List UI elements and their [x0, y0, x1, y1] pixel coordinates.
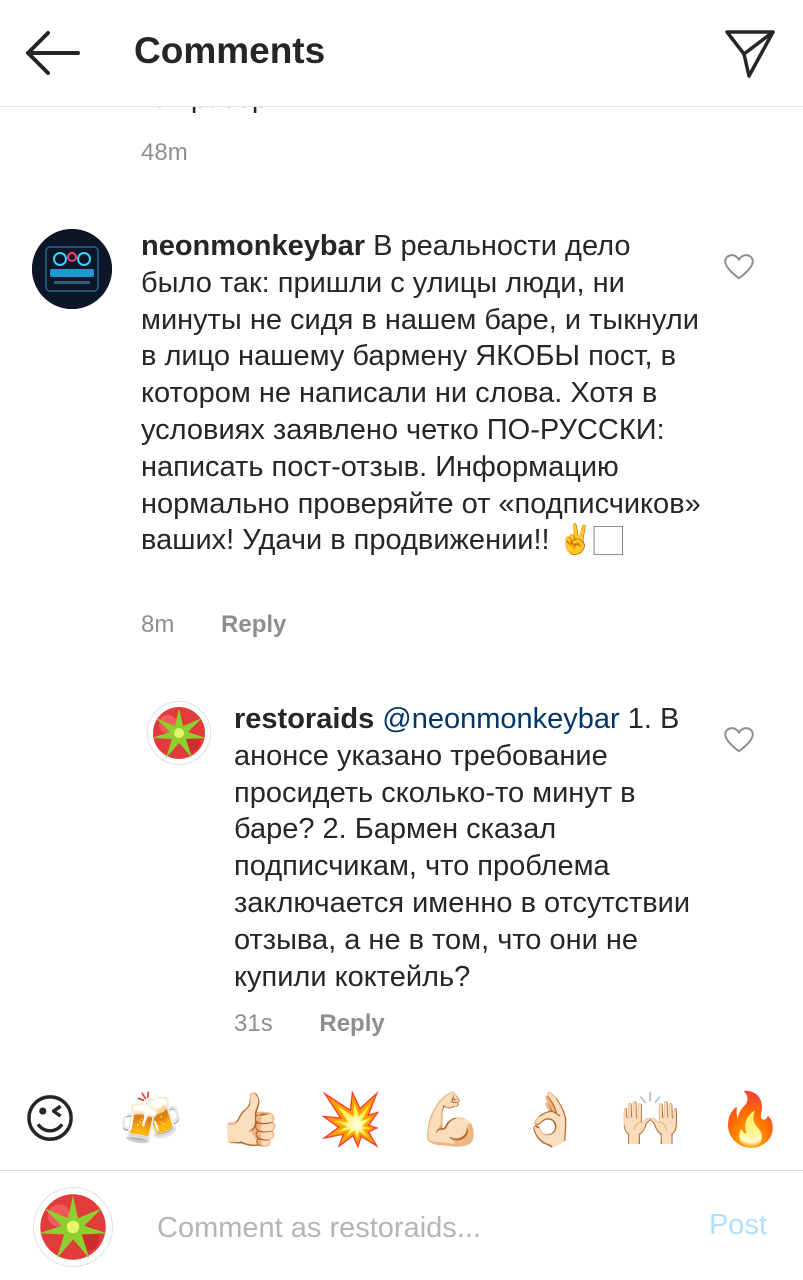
page-title: Comments: [134, 30, 326, 71]
avatar[interactable]: [147, 701, 211, 765]
comment-meta: 8m Reply: [141, 611, 286, 639]
comment-username[interactable]: neonmonkeybar: [141, 230, 365, 262]
comment-username[interactable]: restoraids: [234, 703, 374, 735]
mention-link[interactable]: @neonmonkeybar: [382, 703, 619, 735]
beers-emoji-button[interactable]: 🍻: [118, 1088, 183, 1152]
comment-message: 1. В анонсе указано требование просидеть…: [234, 703, 691, 993]
comment-meta: 31s Reply: [234, 1010, 385, 1038]
neonmonkey-logo-icon: [32, 229, 112, 309]
comment-text: neonmonkeybar В реальности дело было так…: [141, 228, 701, 559]
previous-comment-meta: 48m: [141, 139, 188, 167]
collision-emoji-button[interactable]: 💥: [318, 1088, 383, 1152]
comment-time: 48m: [141, 139, 188, 166]
reply-comment-text: restoraids @neonmonkeybar 1. В анонсе ук…: [234, 701, 694, 995]
fire-emoji-button[interactable]: 🔥: [718, 1088, 783, 1152]
like-heart-icon[interactable]: [724, 726, 754, 754]
comments-list[interactable]: так разорим! 48m neonmonkeybar В реально…: [0, 0, 803, 1070]
avatar[interactable]: [32, 229, 112, 309]
back-arrow-icon[interactable]: [22, 28, 82, 78]
ok-hand-emoji-button[interactable]: 👌🏻: [518, 1088, 583, 1152]
avatar: [33, 1187, 113, 1267]
comment-input[interactable]: [155, 1207, 679, 1249]
thumbs-up-emoji-button[interactable]: 👍🏻: [218, 1088, 283, 1152]
like-heart-icon[interactable]: [724, 253, 754, 281]
comment-message: В реальности дело было так: пришли с ули…: [141, 230, 701, 557]
comment-time: 31s: [234, 1010, 273, 1037]
reply-button[interactable]: Reply: [221, 611, 286, 638]
restoraids-logo-icon: [152, 707, 206, 759]
header-bar: Comments: [0, 0, 803, 107]
post-button[interactable]: Post: [709, 1209, 767, 1242]
comment-time: 8m: [141, 611, 175, 638]
wink-emoji-button[interactable]: 😉: [18, 1088, 82, 1152]
reply-button[interactable]: Reply: [319, 1010, 384, 1037]
raising-hands-emoji-button[interactable]: 🙌🏻: [618, 1088, 683, 1152]
emoji-quick-bar: 😉 🍻 👍🏻 💥 💪🏻 👌🏻 🙌🏻 🔥: [0, 1070, 803, 1171]
restoraids-logo-icon: [39, 1194, 107, 1260]
send-icon[interactable]: [723, 26, 777, 80]
flexed-biceps-emoji-button[interactable]: 💪🏻: [418, 1088, 483, 1152]
comment-composer: Post: [0, 1171, 803, 1280]
